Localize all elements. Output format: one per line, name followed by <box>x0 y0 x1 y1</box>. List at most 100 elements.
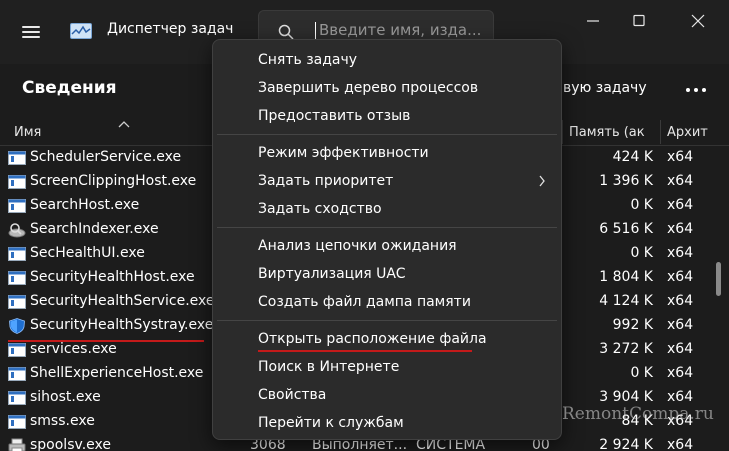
menu-item-label: Предоставить отзыв <box>258 108 411 124</box>
column-memory[interactable]: Память (ак <box>569 125 645 140</box>
menu-item-feedback[interactable]: Предоставить отзыв <box>213 103 561 131</box>
process-name: sihost.exe <box>30 389 101 405</box>
scrollbar-thumb[interactable] <box>716 262 721 296</box>
menu-item-uac-virtualization[interactable]: Виртуализация UAC <box>213 261 561 289</box>
highlight-underline <box>258 350 472 352</box>
process-memory: 0 K <box>630 365 653 381</box>
run-new-task-button[interactable]: вую задачу <box>563 80 647 96</box>
menu-item-label: Свойства <box>258 387 327 403</box>
app-title: Диспетчер задач <box>107 21 234 37</box>
app-window-icon <box>8 415 26 429</box>
maximize-icon[interactable] <box>629 12 649 30</box>
process-name: SecurityHealthService.exe <box>30 293 215 309</box>
app-window-icon <box>8 391 26 405</box>
menu-item-label: Завершить дерево процессов <box>258 80 479 96</box>
menu-item-set-priority[interactable]: Задать приоритет <box>213 168 561 196</box>
process-name: ScreenClippingHost.exe <box>30 173 197 189</box>
hamburger-menu-icon[interactable] <box>22 26 40 38</box>
search-placeholder: Введите имя, изда... <box>319 21 482 39</box>
process-name: spoolsv.exe <box>30 437 111 451</box>
column-divider[interactable] <box>660 120 661 144</box>
process-name: SchedulerService.exe <box>30 149 182 165</box>
highlight-underline <box>8 340 204 342</box>
menu-item-label: Задать приоритет <box>258 173 394 189</box>
process-memory: 2 924 K <box>599 437 653 451</box>
process-memory: 1 396 K <box>599 173 653 189</box>
menu-item-label: Задать сходство <box>258 201 382 217</box>
process-memory: 424 K <box>612 149 653 165</box>
process-arch: x64 <box>667 317 694 333</box>
menu-item-label: Открыть расположение файла <box>258 331 487 347</box>
app-window-icon <box>8 175 26 189</box>
app-window-icon <box>8 295 26 309</box>
process-arch: x64 <box>667 149 694 165</box>
menu-item-label: Анализ цепочки ожидания <box>258 238 457 254</box>
app-window-icon <box>8 199 26 213</box>
menu-item-label: Создать файл дампа памяти <box>258 294 471 310</box>
menu-item-end-process-tree[interactable]: Завершить дерево процессов <box>213 75 561 103</box>
menu-item-search-online[interactable]: Поиск в Интернете <box>213 354 561 382</box>
app-window-icon <box>8 151 26 165</box>
process-memory: 1 804 K <box>599 269 653 285</box>
menu-item-label: Снять задачу <box>258 52 358 68</box>
app-window-icon <box>8 247 26 261</box>
printer-icon <box>8 438 26 451</box>
column-divider[interactable] <box>562 120 563 144</box>
process-arch: x64 <box>667 341 694 357</box>
menu-item-label: Перейти к службам <box>258 415 404 431</box>
menu-item-create-dump-file[interactable]: Создать файл дампа памяти <box>213 289 561 317</box>
menu-item-end-task[interactable]: Снять задачу <box>213 47 561 75</box>
process-memory: 4 124 K <box>599 293 653 309</box>
process-memory: 3 904 K <box>599 389 653 405</box>
indexer-icon <box>8 223 26 238</box>
close-icon[interactable] <box>688 12 708 30</box>
sort-ascending-icon <box>118 121 130 128</box>
app-window-icon <box>8 367 26 381</box>
context-menu: Снять задачу Завершить дерево процессов … <box>212 39 562 440</box>
menu-item-label: Поиск в Интернете <box>258 359 400 375</box>
menu-item-properties[interactable]: Свойства <box>213 382 561 410</box>
process-name: ShellExperienceHost.exe <box>30 365 204 381</box>
process-arch: x64 <box>667 389 694 405</box>
menu-item-set-affinity[interactable]: Задать сходство <box>213 196 561 224</box>
process-arch: x64 <box>667 437 694 451</box>
process-arch: x64 <box>667 365 694 381</box>
menu-item-efficiency-mode[interactable]: Режим эффективности <box>213 140 561 168</box>
process-arch: x64 <box>667 221 694 237</box>
column-name[interactable]: Имя <box>14 125 41 140</box>
process-arch: x64 <box>667 245 694 261</box>
minimize-icon[interactable] <box>583 12 603 30</box>
process-name: services.exe <box>30 341 117 357</box>
process-memory: 992 K <box>612 317 653 333</box>
menu-item-analyze-wait-chain[interactable]: Анализ цепочки ожидания <box>213 233 561 261</box>
chevron-right-icon <box>539 175 545 187</box>
page-title: Сведения <box>22 78 117 98</box>
menu-item-label: Виртуализация UAC <box>258 266 406 282</box>
process-name: SearchIndexer.exe <box>30 221 159 237</box>
more-options-icon[interactable] <box>676 74 716 106</box>
process-name: SearchHost.exe <box>30 197 140 213</box>
shield-icon <box>9 318 25 334</box>
watermark: RemontCompa.ru <box>562 404 714 424</box>
process-arch: x64 <box>667 197 694 213</box>
menu-item-go-to-services[interactable]: Перейти к службам <box>213 410 561 438</box>
process-memory: 0 K <box>630 245 653 261</box>
process-arch: x64 <box>667 173 694 189</box>
column-arch[interactable]: Архит <box>667 125 708 140</box>
process-name: smss.exe <box>30 413 95 429</box>
menu-separator <box>217 227 557 228</box>
process-memory: 3 272 K <box>599 341 653 357</box>
task-manager-app-icon <box>70 23 92 39</box>
menu-item-label: Режим эффективности <box>258 145 429 161</box>
process-arch: x64 <box>667 269 694 285</box>
menu-separator <box>217 134 557 135</box>
app-window-icon <box>8 271 26 285</box>
process-name: SecHealthUI.exe <box>30 245 145 261</box>
process-name: SecurityHealthHost.exe <box>30 269 195 285</box>
process-arch: x64 <box>667 293 694 309</box>
process-name: SecurityHealthSystray.exe <box>30 317 214 333</box>
process-memory: 0 K <box>630 197 653 213</box>
menu-separator <box>217 320 557 321</box>
app-window-icon <box>8 343 26 357</box>
process-memory: 6 516 K <box>599 221 653 237</box>
